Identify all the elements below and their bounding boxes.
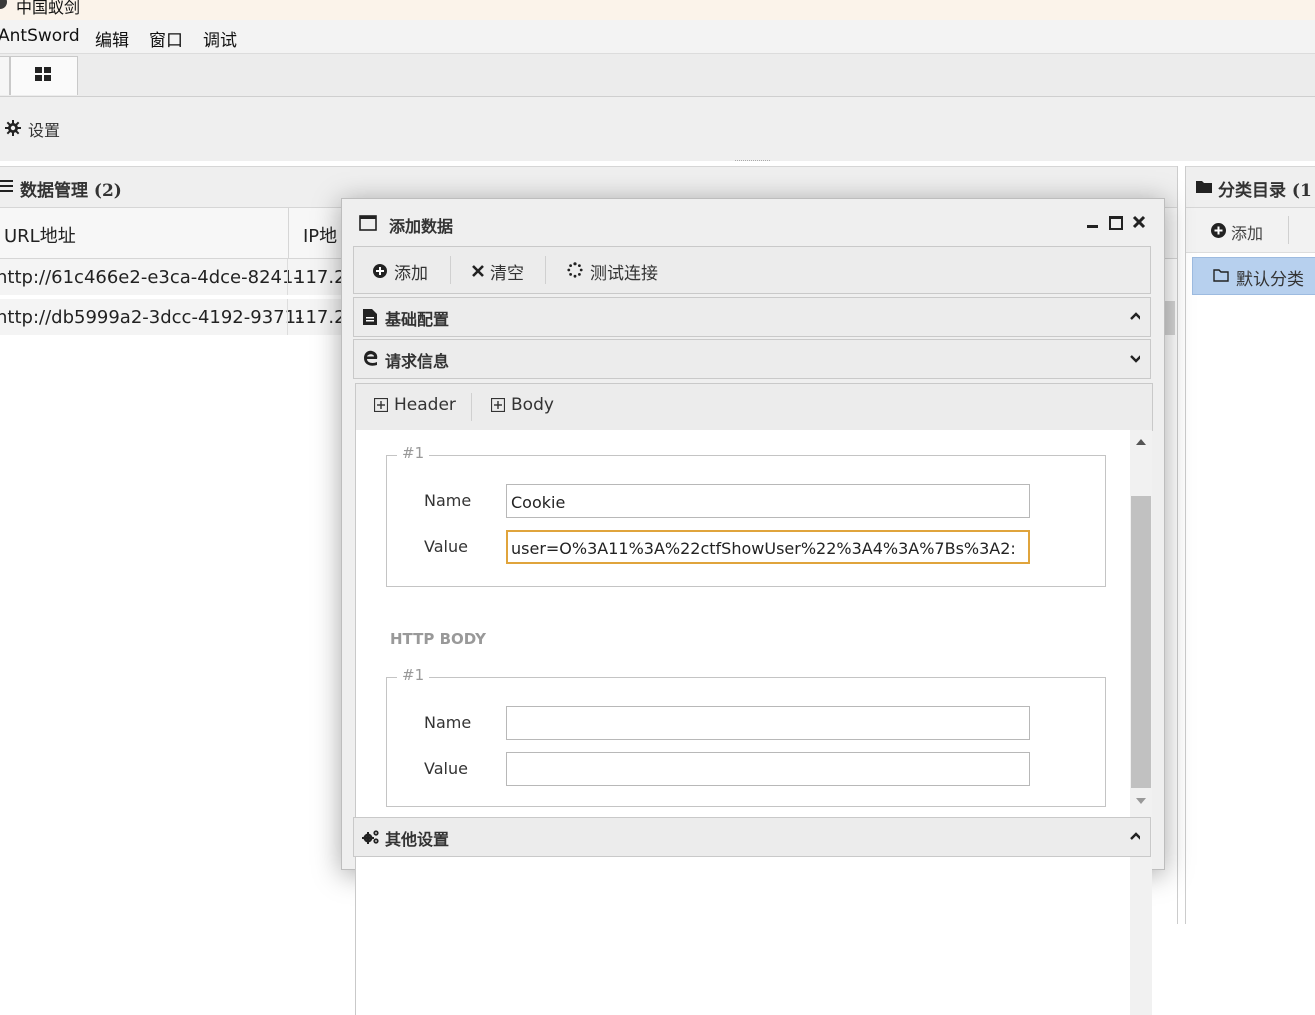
table-scrollbar[interactable]: [1165, 301, 1175, 335]
category-toolbar: 添加: [1186, 208, 1315, 253]
tab-home[interactable]: [0, 56, 10, 95]
grid-icon: [35, 67, 51, 81]
category-item-default[interactable]: 默认分类: [1192, 257, 1315, 295]
body-name-label: Name: [424, 713, 472, 732]
header-fieldset: #1 Name Cookie Value user=O%3A11%3A%22ct…: [386, 444, 1106, 587]
category-panel-title: 分类目录 (1: [1218, 181, 1312, 201]
plus-square-icon: [374, 398, 388, 412]
menu-window[interactable]: 窗口: [149, 26, 183, 51]
clear-button[interactable]: 清空: [472, 259, 542, 284]
section-request-info[interactable]: 请求信息: [353, 339, 1151, 379]
edge-browser-icon: [364, 350, 378, 366]
chevron-up-icon: [1130, 832, 1140, 840]
window-title-bar: 中国蚁剑: [0, 0, 1315, 20]
main-toolbar: 设置: [0, 97, 1315, 161]
app-title: 中国蚁剑: [16, 0, 81, 17]
body-fieldset-legend: #1: [397, 666, 430, 684]
body-fieldset: #1 Name Value: [386, 666, 1106, 807]
content-scrollbar[interactable]: [1130, 430, 1152, 1015]
tab-bar: [0, 54, 1315, 97]
body-value-label: Value: [424, 759, 468, 778]
settings-label: 设置: [28, 121, 61, 140]
header-value-label: Value: [424, 537, 468, 556]
column-url[interactable]: URL地址: [0, 208, 289, 258]
chevron-up-icon: [1130, 312, 1140, 320]
table-row[interactable]: http://61c466e2-e3ca-4dce-8241- 117.2: [0, 259, 360, 295]
row-url: http://db5999a2-3dcc-4192-9371-: [0, 307, 303, 328]
menu-bar: AntSword 编辑 窗口 调试: [0, 20, 1315, 54]
list-icon: [0, 180, 13, 192]
http-body-title: HTTP BODY: [390, 630, 486, 648]
app-logo-icon: [0, 0, 7, 9]
body-value-input[interactable]: [506, 752, 1030, 786]
file-text-icon: [363, 309, 377, 325]
header-name-input[interactable]: Cookie: [506, 484, 1030, 518]
plus-square-icon: [491, 398, 505, 412]
request-content-area: #1 Name Cookie Value user=O%3A11%3A%22ct…: [355, 430, 1152, 1015]
section-other-settings[interactable]: 其他设置: [353, 817, 1151, 857]
spinner-icon: [567, 262, 583, 278]
dialog-toolbar: 添加 清空 测试连接: [353, 246, 1151, 294]
gears-icon: [362, 830, 379, 844]
tab-grid[interactable]: [10, 56, 78, 95]
menu-edit[interactable]: 编辑: [95, 26, 129, 51]
chevron-down-icon: [1130, 355, 1140, 363]
header-name-label: Name: [424, 491, 472, 510]
close-icon: [472, 265, 484, 277]
scrollbar-thumb[interactable]: [1131, 496, 1151, 788]
plus-circle-icon: [373, 264, 387, 278]
panel-splitter-handle[interactable]: [735, 160, 770, 163]
table-row[interactable]: http://db5999a2-3dcc-4192-9371- 117.2: [0, 299, 360, 335]
close-icon[interactable]: [1132, 215, 1146, 229]
dialog-title-bar[interactable]: 添加数据: [342, 199, 1164, 245]
section-basic-config[interactable]: 基础配置: [353, 297, 1151, 337]
add-data-dialog: 添加数据 添加 清空 测试连接 基础配置 请求信息 Header Body #1…: [341, 198, 1165, 1015]
header-fieldset-legend: #1: [397, 444, 430, 462]
test-connection-button[interactable]: 测试连接: [567, 259, 687, 284]
scroll-up-arrow-icon[interactable]: [1136, 438, 1146, 445]
category-panel-header: 分类目录 (1: [1186, 166, 1315, 208]
scroll-down-arrow-icon[interactable]: [1136, 798, 1146, 805]
request-subtab-bar: Header Body: [355, 383, 1153, 431]
body-name-input[interactable]: [506, 706, 1030, 740]
menu-antsword[interactable]: AntSword: [0, 26, 80, 46]
data-panel-title: 数据管理 (2): [20, 181, 122, 201]
row-ip: 117.2: [294, 307, 346, 328]
column-ip[interactable]: IP地: [289, 208, 349, 258]
gear-icon: [5, 120, 21, 136]
row-ip: 117.2: [294, 267, 346, 288]
window-icon: [359, 215, 377, 231]
dialog-title: 添加数据: [389, 217, 454, 236]
minimize-icon[interactable]: [1087, 225, 1098, 228]
category-panel: 分类目录 (1 添加 默认分类: [1185, 166, 1315, 924]
plus-circle-icon: [1211, 223, 1226, 238]
row-url: http://61c466e2-e3ca-4dce-8241-: [0, 267, 300, 288]
header-value-input[interactable]: user=O%3A11%3A%22ctfShowUser%22%3A4%3A%7…: [506, 530, 1030, 564]
menu-debug[interactable]: 调试: [203, 26, 237, 51]
add-button[interactable]: 添加: [373, 259, 453, 284]
folder-open-icon: [1213, 269, 1229, 282]
maximize-icon[interactable]: [1109, 216, 1123, 230]
folder-icon: [1196, 181, 1212, 193]
